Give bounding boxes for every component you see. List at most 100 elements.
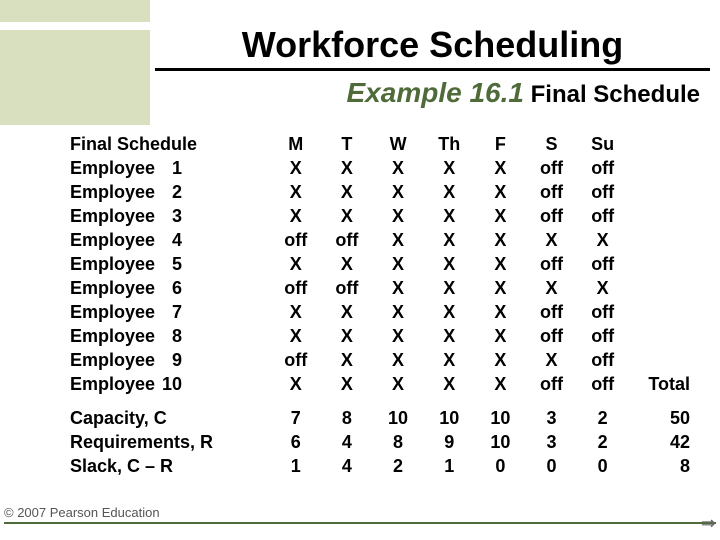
- row-total: [628, 252, 695, 276]
- schedule-cell: X: [475, 228, 526, 252]
- decor-top-strip: [0, 0, 150, 22]
- employee-label: Employee 3: [70, 204, 270, 228]
- employee-label: Employee 9: [70, 348, 270, 372]
- schedule-cell: X: [424, 276, 475, 300]
- schedule-cell: X: [372, 180, 423, 204]
- schedule-cell: off: [526, 372, 577, 396]
- schedule-cell: off: [270, 228, 321, 252]
- schedule-cell: X: [321, 300, 372, 324]
- employee-label: Employee 1: [70, 156, 270, 180]
- col-t: T: [321, 132, 372, 156]
- schedule-cell: X: [424, 300, 475, 324]
- row-total: [628, 204, 695, 228]
- summary-cell: 8: [372, 430, 423, 454]
- schedule-cell: X: [424, 372, 475, 396]
- schedule-cell: X: [475, 204, 526, 228]
- schedule-cell: off: [321, 276, 372, 300]
- schedule-cell: X: [372, 204, 423, 228]
- schedule-cell: X: [475, 324, 526, 348]
- summary-cell: 3: [526, 430, 577, 454]
- schedule-cell: X: [321, 204, 372, 228]
- title-area: Workforce Scheduling Example 16.1 Final …: [155, 24, 710, 109]
- schedule-cell: off: [526, 180, 577, 204]
- row-total: [628, 300, 695, 324]
- employee-label: Employee 4: [70, 228, 270, 252]
- schedule-cell: X: [424, 156, 475, 180]
- schedule-cell: X: [270, 324, 321, 348]
- schedule-cell: X: [577, 276, 628, 300]
- schedule-cell: X: [526, 348, 577, 372]
- summary-total: 50: [628, 406, 695, 430]
- schedule-cell: X: [424, 204, 475, 228]
- schedule-cell: X: [321, 180, 372, 204]
- schedule-cell: off: [270, 276, 321, 300]
- schedule-cell: X: [372, 348, 423, 372]
- row-total: Total: [628, 372, 695, 396]
- col-total: [628, 132, 695, 156]
- schedule-cell: off: [577, 156, 628, 180]
- schedule-cell: X: [372, 300, 423, 324]
- schedule-cell: X: [372, 276, 423, 300]
- schedule-cell: off: [577, 324, 628, 348]
- summary-cell: 10: [372, 406, 423, 430]
- col-f: F: [475, 132, 526, 156]
- schedule-cell: off: [526, 252, 577, 276]
- schedule-cell: off: [577, 372, 628, 396]
- schedule-cell: off: [577, 204, 628, 228]
- row-total: [628, 324, 695, 348]
- row-total: [628, 228, 695, 252]
- summary-total: 42: [628, 430, 695, 454]
- schedule-cell: off: [577, 300, 628, 324]
- schedule-cell: X: [424, 348, 475, 372]
- summary-cell: 0: [577, 454, 628, 478]
- schedule-cell: X: [372, 372, 423, 396]
- summary-cell: 2: [577, 406, 628, 430]
- schedule-cell: X: [372, 228, 423, 252]
- page-title: Workforce Scheduling: [155, 24, 710, 71]
- schedule-cell: X: [372, 252, 423, 276]
- page-subtitle: Example 16.1 Final Schedule: [155, 77, 710, 109]
- summary-cell: 0: [475, 454, 526, 478]
- employee-label: Employee 8: [70, 324, 270, 348]
- summary-cell: 10: [475, 406, 526, 430]
- schedule-cell: X: [475, 300, 526, 324]
- next-arrow-icon: ⇒: [701, 513, 712, 534]
- schedule-cell: X: [475, 156, 526, 180]
- schedule-cell: off: [526, 300, 577, 324]
- summary-cell: 9: [424, 430, 475, 454]
- employee-label: Employee 6: [70, 276, 270, 300]
- table-row: Employee 4offoffXXXXX: [70, 228, 695, 252]
- schedule-cell: off: [577, 252, 628, 276]
- table-row: Employee 9offXXXXXoff: [70, 348, 695, 372]
- schedule-table: Final Schedule M T W Th F S Su Employee …: [70, 132, 695, 478]
- schedule-cell: X: [270, 252, 321, 276]
- schedule-cell: off: [321, 228, 372, 252]
- row-total: [628, 180, 695, 204]
- schedule-cell: X: [424, 180, 475, 204]
- table-row: Employee 1XXXXXoffoff: [70, 156, 695, 180]
- summary-cell: 2: [372, 454, 423, 478]
- schedule-cell: X: [270, 372, 321, 396]
- table-row: Employee 7XXXXXoffoff: [70, 300, 695, 324]
- schedule-cell: off: [526, 156, 577, 180]
- schedule-cell: X: [321, 372, 372, 396]
- schedule-table-container: Final Schedule M T W Th F S Su Employee …: [70, 132, 695, 478]
- summary-cell: 2: [577, 430, 628, 454]
- summary-total: 8: [628, 454, 695, 478]
- employee-label: Employee 10: [70, 372, 270, 396]
- summary-cell: 4: [321, 430, 372, 454]
- col-su: Su: [577, 132, 628, 156]
- schedule-cell: X: [475, 180, 526, 204]
- table-row: Employee 6offoffXXXXX: [70, 276, 695, 300]
- summary-label: Slack, C – R: [70, 454, 270, 478]
- schedule-cell: X: [270, 204, 321, 228]
- summary-cell: 3: [526, 406, 577, 430]
- summary-cell: 8: [321, 406, 372, 430]
- summary-cell: 1: [424, 454, 475, 478]
- summary-cell: 6: [270, 430, 321, 454]
- employee-label: Employee 5: [70, 252, 270, 276]
- summary-cell: 10: [475, 430, 526, 454]
- employee-label: Employee 2: [70, 180, 270, 204]
- summary-cell: 1: [270, 454, 321, 478]
- schedule-cell: X: [475, 252, 526, 276]
